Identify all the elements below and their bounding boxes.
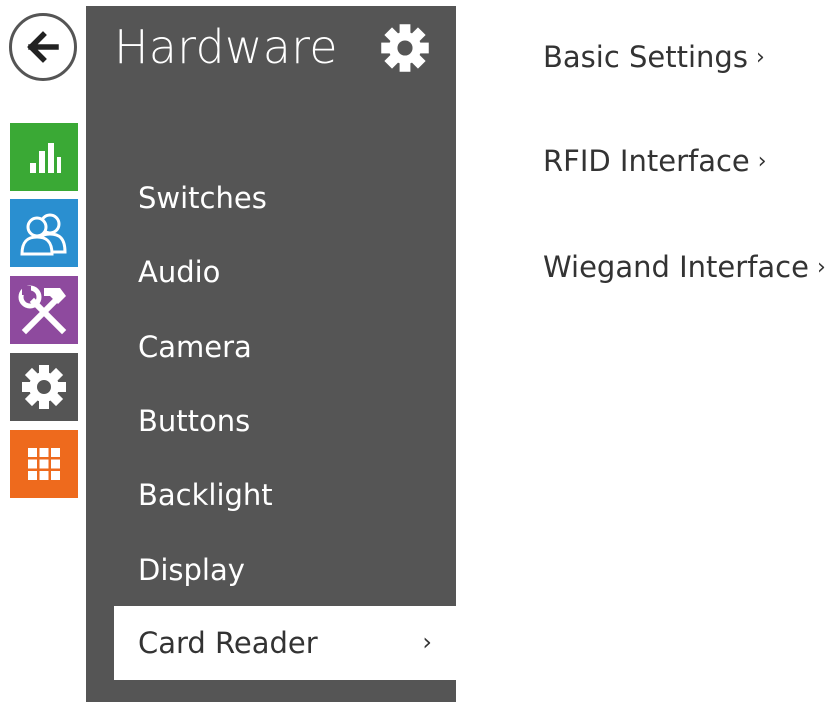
link-label: Basic Settings (543, 40, 748, 74)
back-button[interactable] (9, 13, 77, 81)
sidebar-item-label: Backlight (138, 478, 273, 512)
basic-settings-link[interactable]: Basic Settings › (543, 40, 765, 74)
users-icon (20, 213, 67, 256)
sidebar-item-camera[interactable]: Camera (86, 310, 456, 384)
sidebar-item-switches[interactable]: Switches (86, 161, 456, 235)
system-tile[interactable] (10, 430, 78, 498)
bar-chart-icon (30, 143, 61, 173)
arrow-left-icon (27, 31, 59, 63)
sidebar-item-audio[interactable]: Audio (86, 235, 456, 309)
chevron-right-icon: › (755, 45, 765, 70)
hardware-sidebar: Hardware Switches Audio Camera Buttons B… (86, 6, 456, 702)
grid-icon (28, 448, 60, 480)
services-tile[interactable] (10, 276, 78, 344)
gear-icon (22, 365, 66, 409)
link-label: Wiegand Interface (543, 250, 809, 284)
hardware-tile[interactable] (10, 353, 78, 421)
sidebar-title: Hardware (114, 20, 338, 74)
sidebar-item-backlight[interactable]: Backlight (86, 458, 456, 532)
chevron-right-icon: › (757, 149, 767, 174)
rfid-interface-link[interactable]: RFID Interface › (543, 144, 767, 178)
status-tile[interactable] (10, 123, 78, 191)
sidebar-item-label: Buttons (138, 404, 251, 438)
app-window: Hardware Switches Audio Camera Buttons B… (0, 0, 837, 702)
chevron-right-icon: › (816, 255, 826, 280)
sidebar-item-label: Card Reader (138, 626, 318, 660)
sidebar-item-label: Display (138, 553, 245, 587)
hammer-wrench-icon (18, 285, 67, 335)
users-tile[interactable] (10, 199, 78, 267)
wiegand-interface-link[interactable]: Wiegand Interface › (543, 250, 826, 284)
sidebar-item-label: Switches (138, 181, 267, 215)
sidebar-item-label: Camera (138, 330, 252, 364)
link-label: RFID Interface (543, 144, 750, 178)
gear-icon[interactable] (378, 21, 432, 75)
sidebar-item-buttons[interactable]: Buttons (86, 384, 456, 458)
sidebar-item-label: Audio (138, 255, 221, 289)
sidebar-item-card-reader[interactable]: Card Reader › (114, 606, 456, 680)
chevron-right-icon: › (422, 628, 432, 656)
sidebar-item-display[interactable]: Display (86, 533, 456, 607)
